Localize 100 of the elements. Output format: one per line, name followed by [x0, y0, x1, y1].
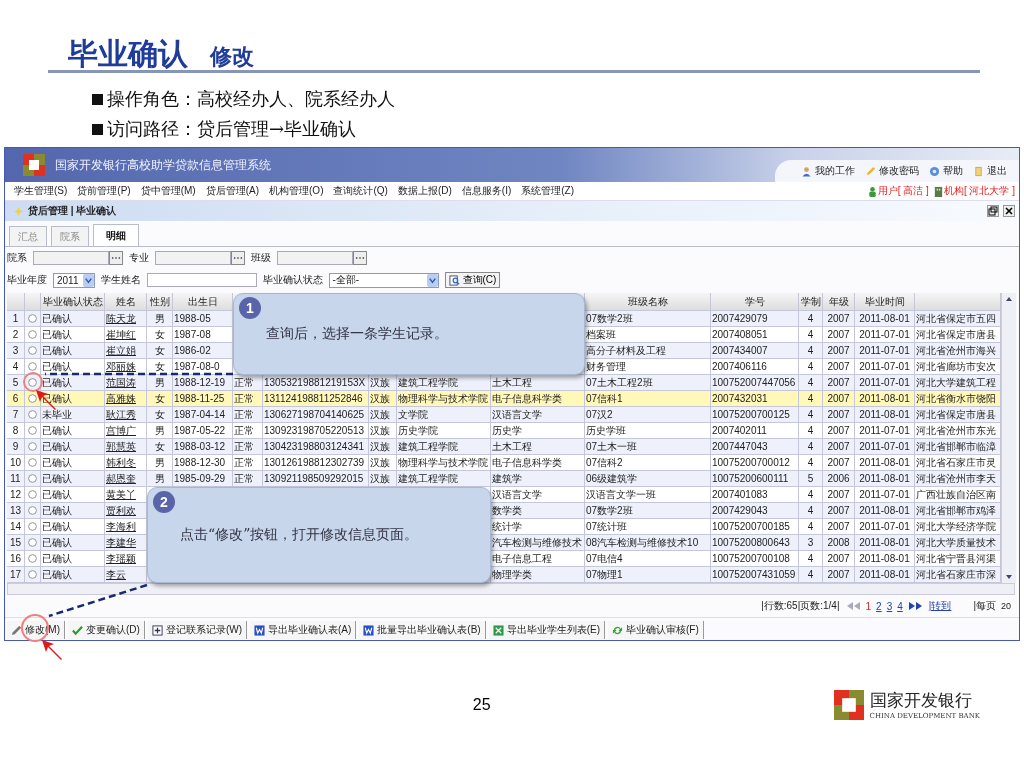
input-field[interactable] — [33, 251, 109, 265]
radio-button[interactable] — [28, 506, 37, 515]
toolbar-button[interactable]: 变更确认(D) — [68, 621, 145, 639]
row-number[interactable]: 7 — [7, 407, 25, 423]
field-label: 院系 — [7, 251, 27, 265]
row-number[interactable]: 13 — [7, 503, 25, 519]
row-number[interactable]: 4 — [7, 359, 25, 375]
horizontal-scrollbar[interactable] — [7, 583, 1015, 595]
menu-item[interactable]: 贷中管理(M) — [135, 184, 201, 198]
radio-button[interactable] — [28, 314, 37, 323]
menu-item[interactable]: 机构管理(O) — [264, 184, 329, 198]
highlight-ring — [23, 372, 43, 392]
row-number[interactable]: 3 — [7, 343, 25, 359]
per-page-value[interactable]: 20 — [1001, 601, 1011, 611]
radio-button[interactable] — [28, 474, 37, 483]
top-link[interactable]: 退出 — [973, 164, 1007, 178]
toolbar-button[interactable]: 毕业确认审核(F) — [608, 621, 704, 639]
browse-button[interactable] — [231, 251, 245, 265]
radio-button[interactable] — [28, 410, 37, 419]
radio-button[interactable] — [28, 570, 37, 579]
radio-button[interactable] — [28, 522, 37, 531]
row-number[interactable]: 15 — [7, 535, 25, 551]
menu-item[interactable]: 学生管理(S) — [9, 184, 73, 198]
field-label: 学生姓名 — [100, 273, 141, 287]
radio-button[interactable] — [28, 538, 37, 547]
pointer-arrow — [42, 640, 62, 660]
row-number[interactable]: 17 — [7, 567, 25, 583]
person-icon — [801, 165, 812, 177]
refresh-icon — [612, 624, 624, 636]
row-number[interactable]: 14 — [7, 519, 25, 535]
last-page-icon[interactable] — [907, 602, 924, 610]
browse-button[interactable] — [109, 251, 123, 265]
row-number[interactable]: 10 — [7, 455, 25, 471]
row-number[interactable]: 8 — [7, 423, 25, 439]
row-number[interactable]: 12 — [7, 487, 25, 503]
query-button[interactable]: 查询(C) — [444, 272, 501, 288]
toolbar-button[interactable]: 修改(M) — [7, 621, 65, 639]
row-number[interactable]: 2 — [7, 327, 25, 343]
radio-button[interactable] — [28, 378, 37, 387]
bank-name: 国家开发银行 — [869, 690, 973, 712]
step-badge: 1 — [239, 297, 261, 319]
search-icon — [448, 274, 460, 286]
toolbar-button[interactable]: 导出毕业确认表(A) — [250, 621, 357, 639]
status-select[interactable]: -全部- — [328, 272, 439, 288]
document-icon — [363, 624, 375, 636]
row-number[interactable]: 11 — [7, 471, 25, 487]
menu-item[interactable]: 数据上报(D) — [392, 184, 457, 198]
radio-button[interactable] — [28, 554, 37, 563]
row-number[interactable]: 5 — [7, 375, 25, 391]
page-link[interactable]: 4 — [897, 600, 903, 612]
radio-button[interactable] — [28, 346, 37, 355]
row-number[interactable]: 9 — [7, 439, 25, 455]
bank-logo-icon — [833, 689, 864, 720]
top-link[interactable]: 我的工作 — [801, 164, 855, 178]
row-number[interactable]: 6 — [7, 391, 25, 407]
breadcrumb: 贷后管理 | 毕业确认 — [28, 204, 117, 218]
ellipsis-icon — [111, 256, 121, 260]
user-icon — [866, 185, 878, 197]
bullet-icon — [92, 93, 103, 105]
browse-button[interactable] — [353, 251, 367, 265]
radio-button[interactable] — [28, 330, 37, 339]
menu-item[interactable]: 系统管理(Z) — [516, 184, 580, 198]
row-number[interactable]: 16 — [7, 551, 25, 567]
ellipsis-icon — [355, 256, 365, 260]
radio-button[interactable] — [28, 458, 37, 467]
toolbar-button[interactable]: 登记联系记录(W) — [147, 621, 247, 639]
input-field[interactable] — [155, 251, 231, 265]
close-button[interactable] — [1003, 205, 1015, 217]
menu-item[interactable]: 贷前管理(P) — [72, 184, 136, 198]
bullet-text: 操作角色：高校经办人、院系经办人 — [107, 87, 395, 111]
row-number[interactable]: 1 — [7, 311, 25, 327]
page-link[interactable]: 1 — [865, 600, 872, 612]
input-field[interactable] — [146, 273, 257, 287]
callout-text: 查询后，选择一条学生记录。 — [266, 325, 448, 343]
vertical-scrollbar[interactable] — [1001, 293, 1016, 583]
menu-item[interactable]: 贷后管理(A) — [200, 184, 265, 198]
user-info: 用户[ 高洁 ] — [877, 184, 929, 198]
radio-button[interactable] — [28, 426, 37, 435]
radio-button[interactable] — [28, 490, 37, 499]
logo-icon — [23, 154, 45, 176]
page-link[interactable]: 3 — [886, 600, 893, 612]
radio-button[interactable] — [28, 442, 37, 451]
goto-link[interactable]: |转到 — [928, 599, 952, 613]
spreadsheet-icon — [492, 624, 504, 636]
radio-button[interactable] — [28, 394, 37, 403]
top-link[interactable]: 帮助 — [929, 164, 963, 178]
menu-item[interactable]: 信息服务(I) — [456, 184, 517, 198]
page-number: 25 — [471, 695, 492, 714]
restore-button[interactable] — [987, 205, 999, 217]
toolbar-button[interactable]: 批量导出毕业确认表(B) — [359, 621, 486, 639]
menu-item[interactable]: 查询统计(Q) — [328, 184, 393, 198]
input-field[interactable] — [277, 251, 353, 265]
step-badge: 2 — [153, 491, 175, 513]
top-link[interactable]: 修改密码 — [865, 164, 919, 178]
year-select[interactable]: 2011 — [53, 272, 95, 288]
tab[interactable]: 明细 — [93, 224, 139, 246]
toolbar-button[interactable]: 导出毕业学生列表(E) — [488, 621, 606, 639]
radio-button[interactable] — [28, 362, 37, 371]
page-link[interactable]: 2 — [876, 600, 882, 612]
document-icon — [254, 624, 265, 636]
